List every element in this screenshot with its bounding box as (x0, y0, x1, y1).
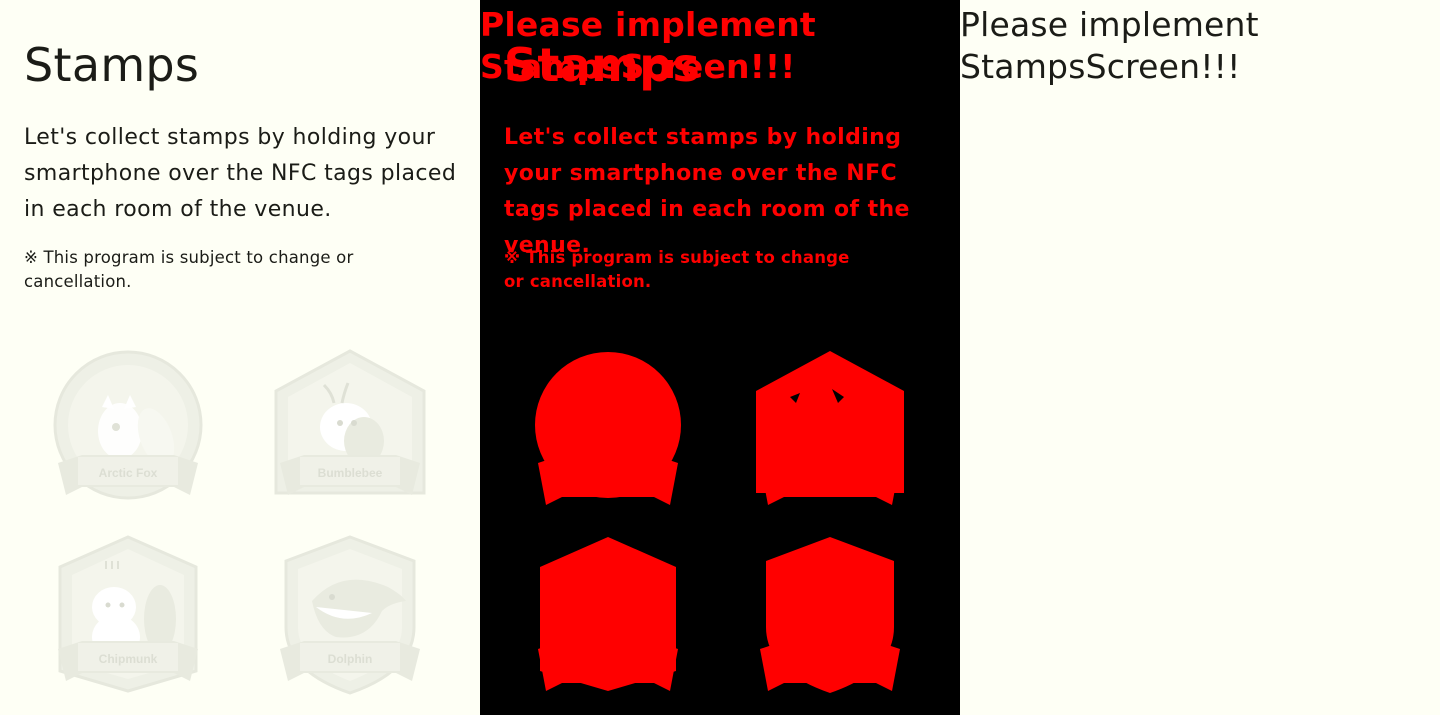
program-change-note: ※ This program is subject to change or c… (24, 248, 354, 291)
page-title: Stamps (24, 38, 200, 92)
chipmunk-stamp[interactable]: Chipmunk (50, 531, 206, 701)
screenshot-comparison-root: Stamps Let's collect stamps by holding y… (0, 0, 1440, 715)
bumblebee-stamp-icon: Bumblebee (274, 349, 426, 495)
arctic-fox-stamp-icon: Arctic Fox (53, 350, 203, 500)
diff-chipmunk-stamp (530, 531, 686, 701)
stamps-description: Let's collect stamps by holding your sma… (24, 125, 457, 222)
diff-bumblebee-stamp (752, 345, 908, 515)
diff-stamps-description: Let's collect stamps by holding your sma… (504, 125, 910, 258)
reference-panel: Stamps Let's collect stamps by holding y… (0, 0, 480, 715)
stamp-label-chipmunk: Chipmunk (99, 652, 158, 666)
stamp-label-bumblebee: Bumblebee (318, 466, 383, 480)
bumblebee-stamp[interactable]: Bumblebee (272, 345, 428, 515)
dolphin-stamp[interactable]: Dolphin (272, 531, 428, 701)
chipmunk-stamp-icon: Chipmunk (58, 535, 198, 693)
stamp-label-arctic-fox: Arctic Fox (99, 466, 158, 480)
placeholder-message: Please implement StampsScreen!!! (960, 5, 1259, 86)
diff-arctic-fox-stamp (530, 345, 686, 515)
diff-program-change-note: ※ This program is subject to change or c… (504, 248, 850, 291)
dolphin-stamp-icon: Dolphin (280, 535, 420, 695)
stamp-label-dolphin: Dolphin (328, 652, 373, 666)
diff-shield-badge-icon (760, 537, 900, 693)
actual-panel: Please implement StampsScreen!!! (960, 0, 1440, 715)
arctic-fox-stamp[interactable]: Arctic Fox (50, 345, 206, 515)
diff-panel: Stamps Let's collect stamps by holding y… (480, 0, 960, 715)
diff-dolphin-stamp (752, 531, 908, 701)
diff-placeholder-message: Please implement StampsScreen!!! (480, 5, 816, 86)
diff-round-badge-icon (535, 352, 681, 505)
diff-pentagon-badge-icon (756, 351, 904, 505)
diff-hexagon-badge-icon (538, 537, 678, 691)
